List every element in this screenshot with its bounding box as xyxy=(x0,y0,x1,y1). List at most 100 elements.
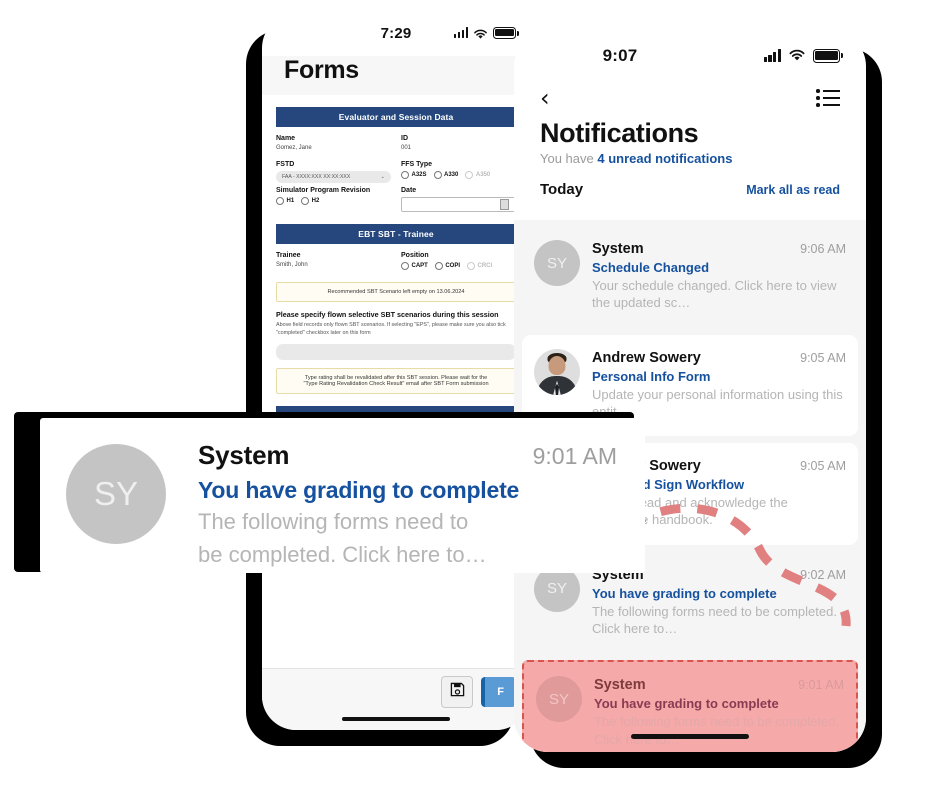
list-menu-icon[interactable] xyxy=(816,89,840,107)
note-type-rating: Type rating shall be revalidated after t… xyxy=(276,367,516,394)
question-subtext: Above field records only flown SBT scena… xyxy=(276,322,506,336)
radio-h1[interactable]: H1 xyxy=(276,197,294,205)
fstd-select[interactable]: FAA - XXXX:XXX XX:XX:XXX ⌄ xyxy=(276,171,391,183)
unread-prefix: You have xyxy=(540,151,598,166)
form-row-fstd-ffs: FSTD FAA - XXXX:XXX XX:XX:XXX ⌄ FFS Type… xyxy=(276,161,516,183)
position-radio-group[interactable]: CAPT COPI CRCI xyxy=(401,262,516,270)
callout-preview-line2: be completed. Click here to… xyxy=(198,541,487,567)
group-label-today: Today xyxy=(540,181,584,198)
callout-sender: System xyxy=(198,440,290,470)
forms-status-bar: 7:29 xyxy=(262,14,530,56)
label-position: Position xyxy=(401,252,429,259)
calendar-icon[interactable] xyxy=(500,199,509,210)
notification-time: 9:05 AM xyxy=(800,459,846,474)
section-header-session: Evaluator and Session Data xyxy=(276,107,516,127)
label-trainee: Trainee xyxy=(276,252,301,259)
avatar: SY xyxy=(536,676,582,723)
radio-label: A32S xyxy=(411,172,427,178)
notification-subject: Personal Info Form xyxy=(592,368,711,384)
forms-primary-button[interactable]: F xyxy=(481,676,516,707)
value-trainee: Smith, John xyxy=(276,262,308,268)
radio-label: H2 xyxy=(311,198,320,204)
forms-status-icons xyxy=(453,27,519,39)
unread-count-text: 4 unread notifications xyxy=(597,151,733,166)
label-fstd: FSTD xyxy=(276,161,295,168)
notifications-group-row: Today Mark all as read xyxy=(514,166,866,208)
notifications-status-bar: 9:07 xyxy=(514,32,866,82)
forms-body: Evaluator and Session Data Name Gomez, J… xyxy=(262,107,530,425)
value-name: Gomez, Jane xyxy=(276,145,312,151)
forms-phone: 7:29 Forms Evaluator and Session Data Na… xyxy=(262,14,530,730)
back-chevron-icon[interactable]: ‹ xyxy=(540,86,550,110)
label-name: Name xyxy=(276,135,296,142)
ffs-type-radio-group[interactable]: A32S A330 A350 xyxy=(401,171,516,179)
fstd-value: FAA - XXXX:XXX XX:XX:XXX xyxy=(282,174,351,180)
note-type-rating-line2: "Type Rating Revalidation Check Result" … xyxy=(303,380,489,387)
notifications-page-title: Notifications xyxy=(540,118,699,148)
notification-preview: The following forms need to be completed… xyxy=(592,603,837,636)
label-id: ID xyxy=(401,135,408,142)
callout-card[interactable]: SY System 9:01 AM You have grading to co… xyxy=(40,418,645,573)
chevron-down-icon: ⌄ xyxy=(380,174,385,180)
notifications-home-indicator xyxy=(631,734,749,739)
section-header-ebt: EBT SBT - Trainee xyxy=(276,224,516,244)
forms-home-indicator xyxy=(342,717,450,721)
label-sim-program-revision: Simulator Program Revision xyxy=(276,187,371,194)
notification-preview: The following forms need to be completed… xyxy=(594,714,839,747)
notification-item[interactable]: SY System 9:06 AM Schedule Changed Your … xyxy=(522,226,858,328)
cellular-signal-icon xyxy=(763,49,781,63)
sim-revision-radio-group[interactable]: H1 H2 xyxy=(276,197,391,205)
note-type-rating-line1: Type rating shall be revalidated after t… xyxy=(304,374,488,381)
cellular-signal-icon xyxy=(453,27,468,39)
battery-icon xyxy=(493,27,519,39)
notifications-top-bar: ‹ xyxy=(514,82,866,112)
date-input[interactable] xyxy=(401,197,516,212)
note-recommended-scenario: Recommended SBT Scenario left empty on 1… xyxy=(276,282,516,302)
question-title: Please specify flown selective SBT scena… xyxy=(276,310,499,319)
radio-ffs-a32s[interactable]: A32S xyxy=(401,171,427,179)
save-button[interactable] xyxy=(441,675,474,708)
wifi-icon xyxy=(473,27,488,39)
radio-label: CAPT xyxy=(411,263,428,269)
radio-ffs-a350[interactable]: A350 xyxy=(465,171,490,179)
scene: 7:29 Forms Evaluator and Session Data Na… xyxy=(0,0,930,799)
radio-crci[interactable]: CRCI xyxy=(467,262,492,270)
value-id: 001 xyxy=(401,145,412,151)
notification-subject: You have grading to complete xyxy=(592,585,777,601)
radio-label: A330 xyxy=(444,172,459,178)
battery-icon xyxy=(813,49,843,63)
callout-preview-line1: The following forms need to xyxy=(198,509,469,534)
floppy-disk-icon xyxy=(450,682,465,702)
notification-sender: System xyxy=(594,677,646,694)
notifications-unread-summary: You have 4 unread notifications xyxy=(514,149,866,166)
notification-time: 9:06 AM xyxy=(800,242,846,256)
radio-h2[interactable]: H2 xyxy=(301,197,319,205)
label-ffs-type: FFS Type xyxy=(401,161,432,168)
callout-time: 9:01 AM xyxy=(532,443,617,469)
notification-sender: System xyxy=(592,241,644,257)
notification-subject: You have grading to complete xyxy=(594,696,779,712)
radio-label: COPI xyxy=(445,263,461,269)
notification-time: 9:02 AM xyxy=(800,567,846,582)
radio-label: H1 xyxy=(286,198,295,204)
avatar: SY xyxy=(534,240,580,286)
radio-label: CRCI xyxy=(477,263,493,269)
notification-subject: Schedule Changed xyxy=(592,260,710,275)
forms-page-title: Forms xyxy=(284,56,359,84)
radio-capt[interactable]: CAPT xyxy=(401,262,428,270)
mark-all-as-read-button[interactable]: Mark all as read xyxy=(746,183,840,197)
forms-header: Forms xyxy=(262,56,530,95)
avatar-photo xyxy=(534,348,580,395)
radio-ffs-a330[interactable]: A330 xyxy=(433,171,459,179)
label-date: Date xyxy=(401,187,417,194)
wifi-icon xyxy=(788,49,806,62)
callout-avatar: SY xyxy=(66,444,166,544)
notification-preview: Your schedule changed. Click here to vie… xyxy=(592,278,837,311)
callout-subject: You have grading to complete xyxy=(198,477,520,503)
notifications-status-icons xyxy=(763,49,843,63)
radio-label: A350 xyxy=(475,172,491,178)
notifications-phone: 9:07 ‹ Notifications You have 4 unread n… xyxy=(514,32,866,752)
scenario-input[interactable] xyxy=(276,343,516,360)
radio-copi[interactable]: COPI xyxy=(434,262,461,270)
notification-time: 9:05 AM xyxy=(800,350,846,365)
